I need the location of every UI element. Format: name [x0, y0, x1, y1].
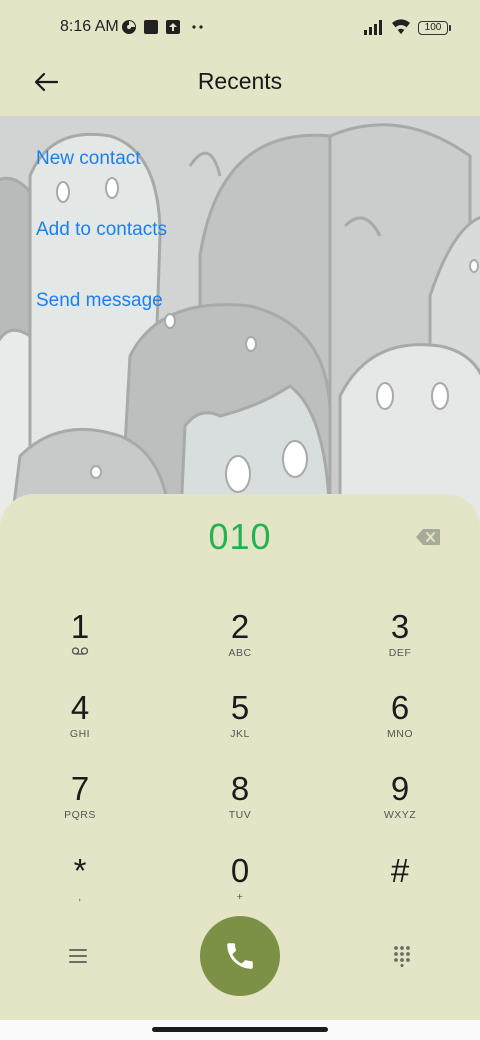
key-letters: WXYZ — [383, 809, 417, 821]
key-letters: JKL — [230, 728, 250, 740]
phone-icon — [227, 943, 253, 969]
key-letters: GHI — [69, 728, 91, 740]
upload-notification-icon — [165, 19, 181, 40]
new-contact-link[interactable]: New contact — [36, 148, 141, 170]
add-to-contacts-link[interactable]: Add to contacts — [36, 219, 167, 241]
key-digit: 0 — [230, 852, 250, 889]
status-bar: 8:16 AM 100 — [0, 0, 480, 56]
key-5[interactable]: 5 JKL — [180, 689, 300, 761]
navigation-bar — [0, 1020, 480, 1040]
key-8[interactable]: 8 TUV — [180, 770, 300, 842]
key-3[interactable]: 3 DEF — [340, 608, 460, 680]
key-9[interactable]: 9 WXYZ — [340, 770, 460, 842]
status-time: 8:16 AM — [60, 18, 119, 35]
key-letters: + — [236, 891, 244, 903]
key-1[interactable]: 1 — [20, 608, 140, 680]
key-letters: ABC — [228, 647, 252, 659]
dialpad-toggle-button[interactable] — [380, 934, 424, 978]
key-4[interactable]: 4 GHI — [20, 689, 140, 761]
key-digit: 1 — [70, 608, 90, 645]
page-title: Recents — [197, 68, 283, 94]
ghost-illustration — [0, 116, 480, 536]
send-message-link[interactable]: Send message — [36, 290, 163, 312]
key-7[interactable]: 7 PQRS — [20, 770, 140, 842]
key-letters: MNO — [387, 728, 413, 740]
battery-icon: 100 — [418, 21, 451, 35]
key-letters: DEF — [388, 647, 412, 659]
call-button[interactable] — [200, 916, 280, 996]
key-letters: , — [78, 891, 82, 903]
key-digit: 5 — [230, 689, 250, 726]
key-0[interactable]: 0 + — [180, 852, 300, 924]
key-digit: 8 — [230, 770, 250, 807]
key-digit: 7 — [70, 770, 90, 807]
key-hash[interactable]: # — [340, 852, 460, 924]
more-notifications-icon — [191, 19, 205, 40]
wifi-icon — [391, 18, 411, 40]
square-notification-icon — [143, 19, 159, 40]
key-6[interactable]: 6 MNO — [340, 689, 460, 761]
key-digit: 3 — [390, 608, 410, 645]
signal-icon — [364, 20, 386, 40]
menu-button[interactable] — [56, 934, 100, 978]
voicemail-icon — [20, 646, 140, 660]
key-letters: PQRS — [64, 809, 96, 821]
dialed-number[interactable]: 010 — [0, 516, 480, 558]
key-letters: TUV — [228, 809, 252, 821]
backspace-button[interactable] — [410, 524, 446, 550]
dialpad-sheet: 010 1 2 ABC 3 DEF 4 GHI 5 JKL 6 MNO 7 PQ… — [0, 494, 480, 1020]
app-notification-icon — [121, 19, 137, 40]
backspace-icon — [416, 529, 440, 545]
key-digit: 9 — [390, 770, 410, 807]
menu-icon — [69, 949, 87, 963]
wallpaper-background: New contact Add to contacts Send message — [0, 116, 480, 536]
dialpad-icon — [394, 946, 410, 967]
key-digit: 6 — [390, 689, 410, 726]
key-digit: * — [73, 852, 87, 889]
key-digit: 2 — [230, 608, 250, 645]
key-digit: 4 — [70, 689, 90, 726]
app-bar: Recents — [0, 56, 480, 116]
home-indicator[interactable] — [152, 1027, 328, 1032]
key-digit: # — [390, 852, 410, 889]
key-2[interactable]: 2 ABC — [180, 608, 300, 680]
key-star[interactable]: * , — [20, 852, 140, 924]
